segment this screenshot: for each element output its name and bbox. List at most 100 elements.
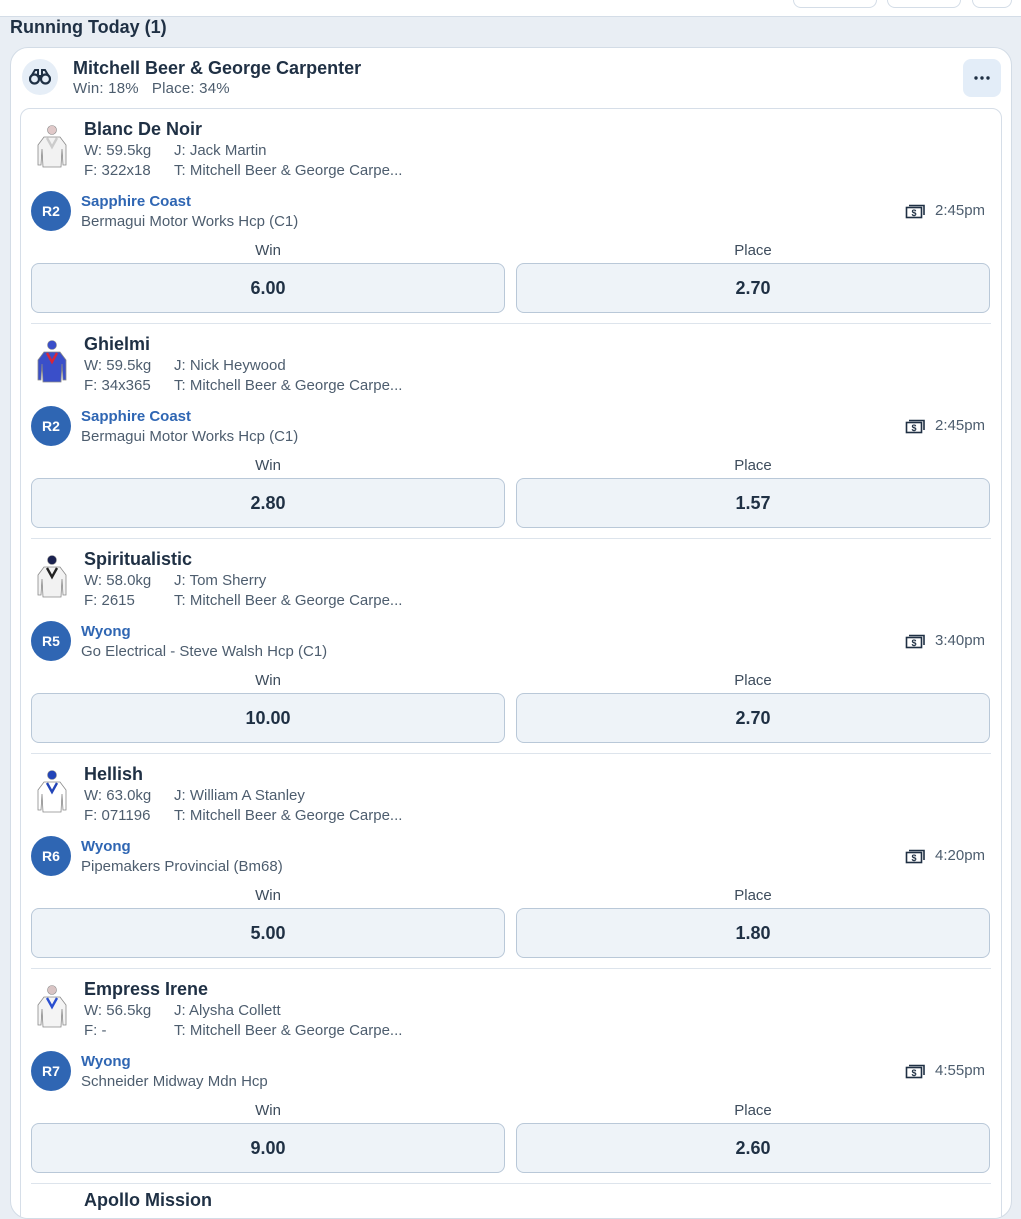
- place-odds-button[interactable]: 2.70: [516, 263, 990, 313]
- place-label: Place: [734, 457, 772, 474]
- money-ticket-icon: $: [905, 419, 925, 434]
- next-runner-name[interactable]: Apollo Mission: [84, 1190, 212, 1211]
- trainer-name[interactable]: Mitchell Beer & George Carpenter: [73, 58, 361, 79]
- runner-name[interactable]: Spiritualistic: [84, 549, 192, 570]
- runner-weight: W: 59.5kg: [84, 142, 152, 159]
- top-action-button-3[interactable]: [972, 0, 1012, 8]
- runner-jockey: J: Nick Heywood: [174, 357, 286, 374]
- runner-name[interactable]: Empress Irene: [84, 979, 208, 1000]
- place-label: Place: [734, 887, 772, 904]
- runner-list: Blanc De Noir W: 59.5kg J: Jack Martin F…: [20, 108, 1002, 1218]
- race-name: Go Electrical - Steve Walsh Hcp (C1): [81, 643, 328, 660]
- race-start-time: 3:40pm: [935, 632, 986, 649]
- jockey-silks-icon: [37, 340, 67, 383]
- runner-name[interactable]: Ghielmi: [84, 334, 150, 355]
- race-start-time: 4:55pm: [935, 1062, 986, 1079]
- win-label: Win: [255, 887, 281, 904]
- runner-jockey: J: William A Stanley: [174, 787, 305, 804]
- runner-trainer: T: Mitchell Beer & George Carpe...: [174, 162, 403, 179]
- place-odds-button[interactable]: 2.70: [516, 693, 990, 743]
- win-label: Win: [255, 672, 281, 689]
- race-start-time: 2:45pm: [935, 417, 986, 434]
- place-label: Place: [734, 1102, 772, 1119]
- race-start-time: 4:20pm: [935, 847, 986, 864]
- win-label: Win: [255, 457, 281, 474]
- win-label: Win: [255, 1102, 281, 1119]
- money-ticket-icon: $: [905, 204, 925, 219]
- svg-text:$: $: [911, 638, 916, 648]
- race-number-badge[interactable]: R2: [31, 191, 71, 231]
- runner-name[interactable]: Blanc De Noir: [84, 119, 202, 140]
- win-odds-button[interactable]: 9.00: [31, 1123, 505, 1173]
- race-venue-link[interactable]: Wyong: [81, 623, 131, 640]
- race-venue-link[interactable]: Wyong: [81, 1053, 131, 1070]
- place-odds-button[interactable]: 1.57: [516, 478, 990, 528]
- runner-weight: W: 58.0kg: [84, 572, 152, 589]
- runner-trainer: T: Mitchell Beer & George Carpe...: [174, 592, 403, 609]
- runner-trainer: T: Mitchell Beer & George Carpe...: [174, 1022, 403, 1039]
- top-bar: [0, 0, 1021, 17]
- money-ticket-icon: $: [905, 1064, 925, 1079]
- runner-row: Hellish W: 63.0kg J: William A Stanley F…: [21, 754, 1001, 969]
- trainer-header: Mitchell Beer & George Carpenter Win: 18…: [11, 48, 1011, 108]
- win-odds-button[interactable]: 5.00: [31, 908, 505, 958]
- win-odds-button[interactable]: 6.00: [31, 263, 505, 313]
- jockey-silks-icon: [37, 985, 67, 1028]
- runner-row: Ghielmi W: 59.5kg J: Nick Heywood F: 34x…: [21, 324, 1001, 539]
- race-start-time: 2:45pm: [935, 202, 986, 219]
- place-label: Place: [734, 242, 772, 259]
- runner-row: Blanc De Noir W: 59.5kg J: Jack Martin F…: [21, 109, 1001, 324]
- section-title: Running Today (1): [10, 17, 167, 37]
- money-ticket-icon: $: [905, 849, 925, 864]
- runner-weight: W: 63.0kg: [84, 787, 152, 804]
- race-name: Pipemakers Provincial (Bm68): [81, 858, 283, 875]
- runner-row: Empress Irene W: 56.5kg J: Alysha Collet…: [21, 969, 1001, 1184]
- ellipsis-icon: [974, 76, 990, 80]
- top-action-button-2[interactable]: [887, 0, 961, 8]
- runner-jockey: J: Alysha Collett: [174, 1002, 281, 1019]
- more-options-button[interactable]: [963, 59, 1001, 97]
- win-label: Win: [255, 242, 281, 259]
- trainer-stats: Win: 18% Place: 34%: [73, 80, 230, 97]
- binoculars-icon: [22, 59, 58, 95]
- place-odds-button[interactable]: 2.60: [516, 1123, 990, 1173]
- race-name: Bermagui Motor Works Hcp (C1): [81, 428, 299, 445]
- svg-text:$: $: [911, 1068, 916, 1078]
- runner-form: F: 071196: [84, 807, 151, 824]
- runner-trainer: T: Mitchell Beer & George Carpe...: [174, 377, 403, 394]
- runner-weight: W: 59.5kg: [84, 357, 152, 374]
- race-number-badge[interactable]: R2: [31, 406, 71, 446]
- win-odds-button[interactable]: 2.80: [31, 478, 505, 528]
- runner-trainer: T: Mitchell Beer & George Carpe...: [174, 807, 403, 824]
- race-number-badge[interactable]: R7: [31, 1051, 71, 1091]
- trainer-card: Mitchell Beer & George Carpenter Win: 18…: [10, 47, 1012, 1219]
- race-venue-link[interactable]: Sapphire Coast: [81, 408, 191, 425]
- runner-form: F: 2615: [84, 592, 135, 609]
- race-venue-link[interactable]: Sapphire Coast: [81, 193, 191, 210]
- runner-form: F: 322x18: [84, 162, 151, 179]
- runner-form: F: 34x365: [84, 377, 151, 394]
- runner-jockey: J: Tom Sherry: [174, 572, 267, 589]
- jockey-silks-icon: [37, 125, 67, 168]
- svg-text:$: $: [911, 208, 916, 218]
- svg-text:$: $: [911, 853, 916, 863]
- runner-weight: W: 56.5kg: [84, 1002, 152, 1019]
- race-number-badge[interactable]: R5: [31, 621, 71, 661]
- race-name: Schneider Midway Mdn Hcp: [81, 1073, 268, 1090]
- win-odds-button[interactable]: 10.00: [31, 693, 505, 743]
- place-label: Place: [734, 672, 772, 689]
- runner-form: F: -: [84, 1022, 107, 1039]
- runner-row: Spiritualistic W: 58.0kg J: Tom Sherry F…: [21, 539, 1001, 754]
- jockey-silks-icon: [37, 555, 67, 598]
- money-ticket-icon: $: [905, 634, 925, 649]
- top-action-button-1[interactable]: [793, 0, 877, 8]
- race-name: Bermagui Motor Works Hcp (C1): [81, 213, 299, 230]
- runner-divider: [31, 1183, 991, 1184]
- race-number-badge[interactable]: R6: [31, 836, 71, 876]
- jockey-silks-icon: [37, 770, 67, 813]
- svg-text:$: $: [911, 423, 916, 433]
- runner-name[interactable]: Hellish: [84, 764, 143, 785]
- place-odds-button[interactable]: 1.80: [516, 908, 990, 958]
- runner-jockey: J: Jack Martin: [174, 142, 267, 159]
- race-venue-link[interactable]: Wyong: [81, 838, 131, 855]
